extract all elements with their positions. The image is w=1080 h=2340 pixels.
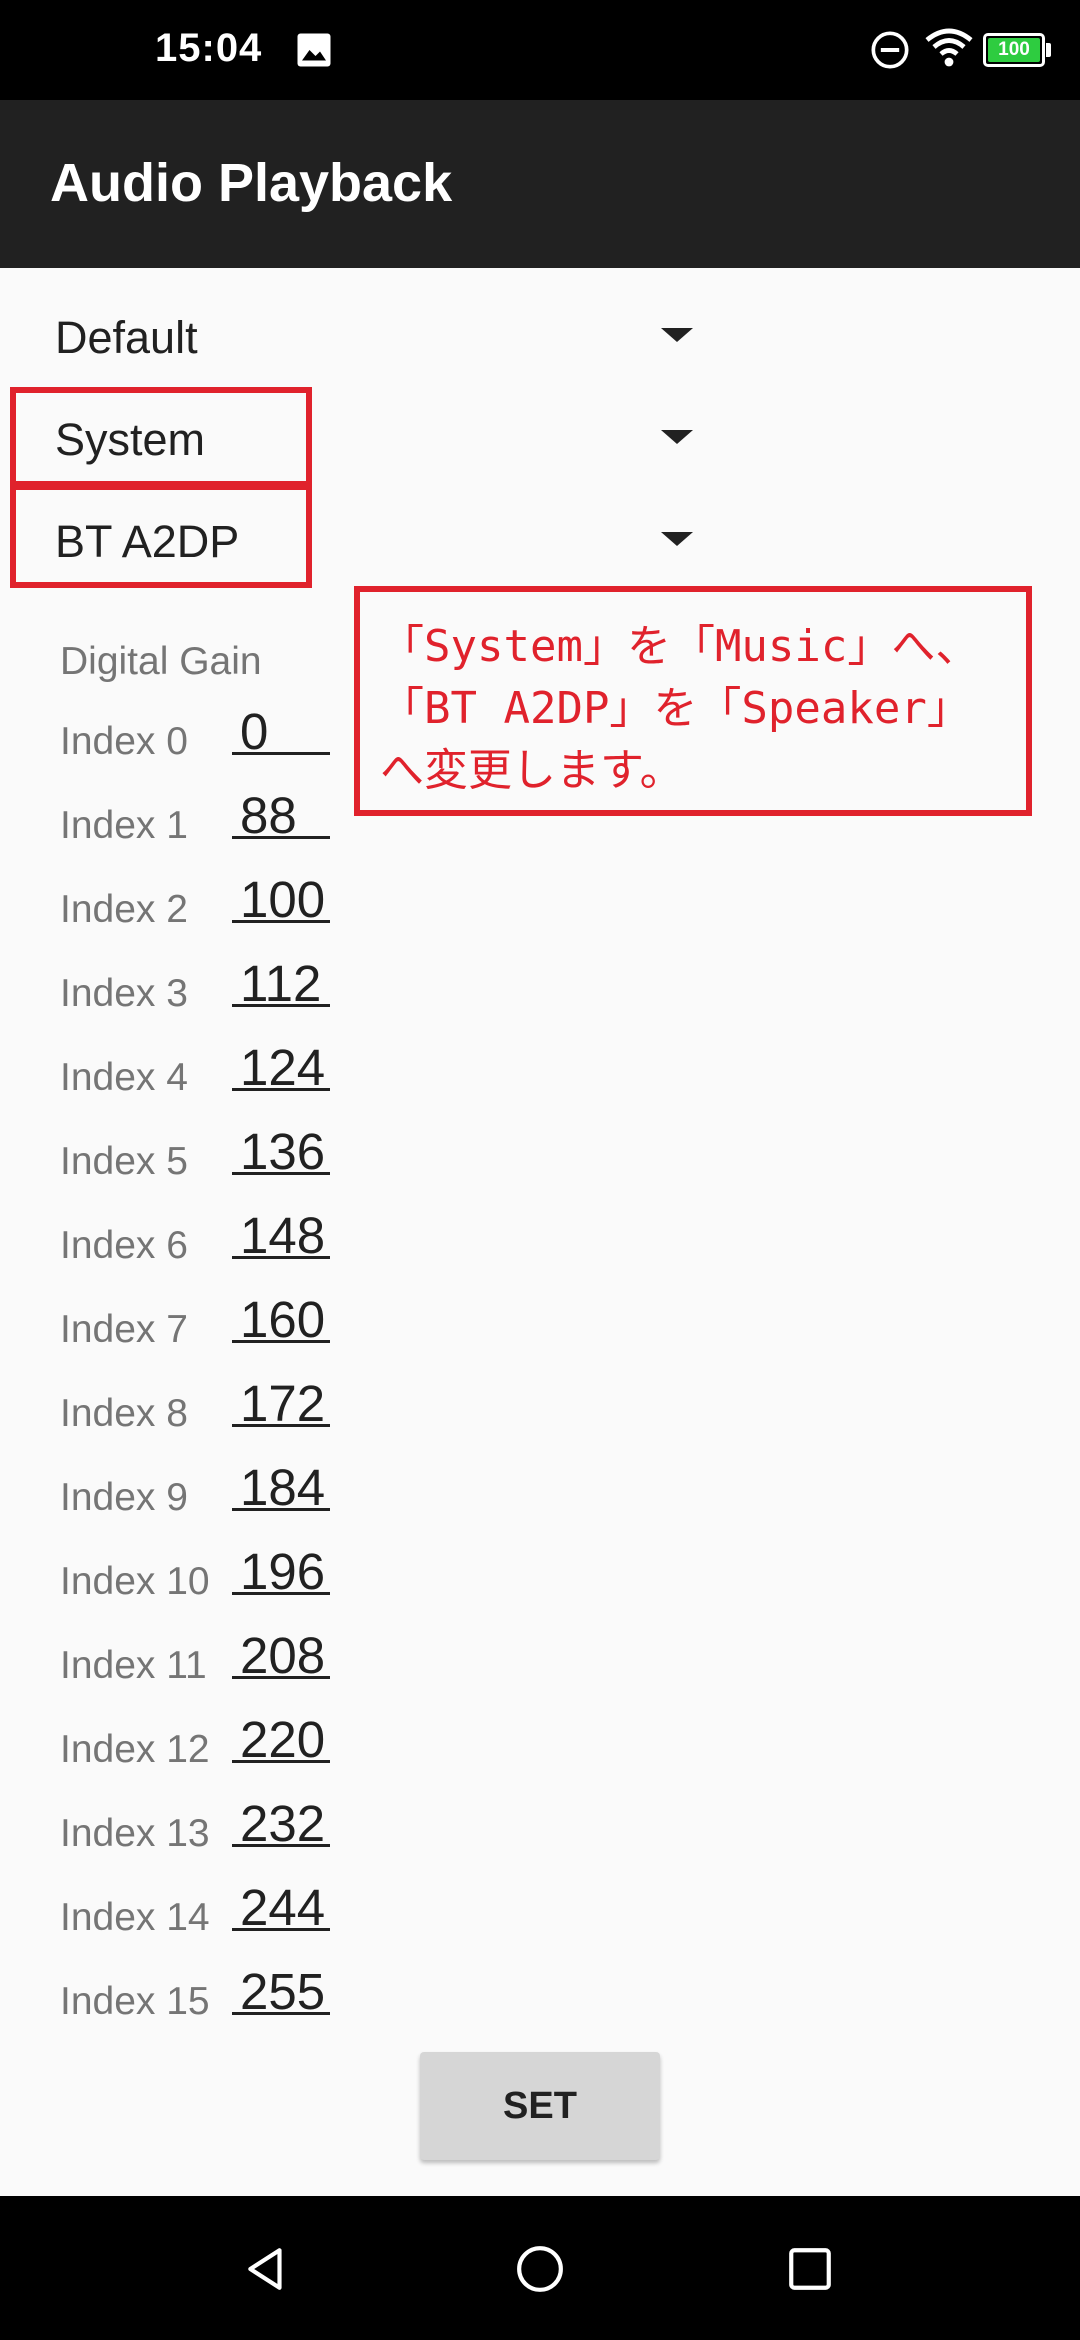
gain-field-underline — [232, 1508, 330, 1511]
gain-row: Index 4 124 — [0, 1034, 400, 1118]
status-bar: 15:04 100 — [0, 0, 1080, 100]
gain-index-label: Index 12 — [60, 1728, 210, 1771]
gain-index-label: Index 6 — [60, 1224, 188, 1267]
gain-index-label: Index 8 — [60, 1392, 188, 1435]
image-icon — [297, 33, 331, 67]
gain-row: Index 7 160 — [0, 1286, 400, 1370]
gain-row: Index 6 148 — [0, 1202, 400, 1286]
gain-row: Index 9 184 — [0, 1454, 400, 1538]
gain-row: Index 5 136 — [0, 1118, 400, 1202]
mode-spinner-value: Default — [55, 312, 198, 363]
gain-index-label: Index 10 — [60, 1560, 210, 1603]
gain-field-underline — [232, 1172, 330, 1175]
do-not-disturb-icon — [871, 31, 909, 69]
gain-field-underline — [232, 836, 330, 839]
home-icon[interactable] — [515, 2244, 565, 2294]
gain-field-underline — [232, 1676, 330, 1679]
dropdown-arrow-icon — [661, 532, 693, 546]
gain-index-label: Index 11 — [60, 1644, 207, 1687]
gain-field-underline — [232, 1424, 330, 1427]
gain-row: Index 2 100 — [0, 866, 400, 950]
gain-index-label: Index 14 — [60, 1896, 210, 1939]
page-title: Audio Playback — [50, 153, 453, 213]
gain-field-underline — [232, 1004, 330, 1007]
gain-index-label: Index 1 — [60, 804, 188, 847]
wifi-icon — [925, 28, 973, 67]
gain-field-underline — [232, 1760, 330, 1763]
dropdown-arrow-icon — [661, 430, 693, 444]
battery-icon: 100 — [983, 33, 1051, 67]
gain-field-underline — [232, 1088, 330, 1091]
gain-row: Index 00 — [0, 698, 400, 782]
gain-index-label: Index 4 — [60, 1056, 188, 1099]
digital-gain-header: Digital Gain — [60, 640, 262, 683]
annotation-line-2: 「BT A2DP」を「Speaker」 — [380, 683, 971, 734]
gain-row: Index 12 220 — [0, 1706, 400, 1790]
gain-field-underline — [232, 752, 330, 755]
gain-index-label: Index 7 — [60, 1308, 188, 1351]
gain-row: Index 13 232 — [0, 1790, 400, 1874]
annotation-callout: 「System」を「Music」へ、 「BT A2DP」を「Speaker」 へ… — [354, 586, 1032, 816]
gain-field-underline — [232, 2012, 330, 2015]
gain-index-label: Index 13 — [60, 1812, 210, 1855]
back-icon[interactable] — [242, 2244, 292, 2294]
gain-index-label: Index 9 — [60, 1476, 188, 1519]
gain-index-label: Index 0 — [60, 720, 188, 763]
annotation-line-1: 「System」を「Music」へ、 — [380, 621, 980, 672]
gain-row: Index 1 88 — [0, 782, 400, 866]
recents-icon[interactable] — [785, 2244, 835, 2294]
stream-highlight-box — [10, 387, 312, 487]
dropdown-arrow-icon — [661, 328, 693, 342]
gain-index-label: Index 2 — [60, 888, 188, 931]
annotation-line-3: へ変更します。 — [380, 745, 684, 796]
gain-row: Index 10 196 — [0, 1538, 400, 1622]
gain-field-underline — [232, 920, 330, 923]
battery-level: 100 — [988, 38, 1040, 62]
mode-spinner[interactable]: Default — [0, 286, 700, 382]
gain-index-label: Index 5 — [60, 1140, 188, 1183]
gain-row: Index 11 208 — [0, 1622, 400, 1706]
gain-field-underline — [232, 1340, 330, 1343]
gain-row: Index 15 255 — [0, 1958, 400, 2042]
navigation-bar — [0, 2196, 1080, 2340]
app-toolbar: Audio Playback — [0, 100, 1080, 268]
status-time: 15:04 — [155, 26, 263, 70]
gain-field-underline — [232, 1928, 330, 1931]
gain-row: Index 3 112 — [0, 950, 400, 1034]
set-button[interactable]: SET — [420, 2052, 660, 2160]
gain-field-underline — [232, 1844, 330, 1847]
device-highlight-box — [10, 484, 312, 588]
gain-index-label: Index 15 — [60, 1980, 210, 2023]
gain-index-label: Index 3 — [60, 972, 188, 1015]
gain-row: Index 8 172 — [0, 1370, 400, 1454]
gain-field-underline — [232, 1256, 330, 1259]
gain-field-underline — [232, 1592, 330, 1595]
gain-row: Index 14 244 — [0, 1874, 400, 1958]
